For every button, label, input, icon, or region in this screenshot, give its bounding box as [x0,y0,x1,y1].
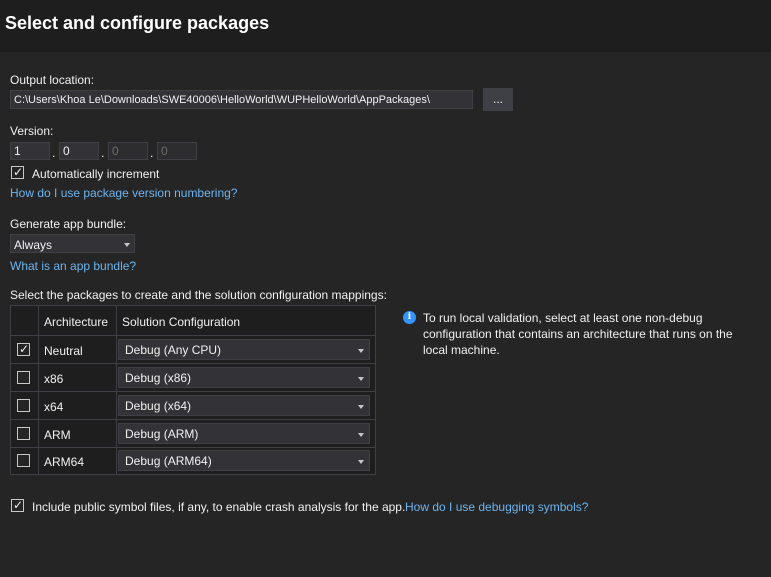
table-cell: Debug (x86) [117,364,375,392]
configuration-value: Debug (ARM) [125,427,199,441]
table-cell: ARM [39,420,117,448]
symbols-help-link[interactable]: How do I use debugging symbols? [405,500,588,514]
browse-button[interactable]: ... [483,88,513,111]
chevron-down-icon [358,433,364,437]
include-symbols-checkbox[interactable]: ✓ [11,498,24,512]
table-cell: Neutral [39,336,117,364]
configuration-dropdown-neutral[interactable]: Debug (Any CPU) [118,339,370,360]
include-symbols-label: Include public symbol files, if any, to … [32,500,406,514]
configuration-dropdown-arm64[interactable]: Debug (ARM64) [118,450,370,471]
version-major-input[interactable] [10,142,50,160]
grid-header-cell: Solution Configuration [117,306,375,336]
chevron-down-icon [124,243,130,247]
app-bundle-help-link[interactable]: What is an app bundle? [10,259,136,273]
table-cell: Debug (x64) [117,392,375,420]
table-row [11,392,39,420]
architecture-value: x64 [44,400,64,414]
table-row [11,364,39,392]
packages-label: Select the packages to create and the so… [10,288,387,302]
configuration-value: Debug (x64) [125,399,192,413]
configuration-value: Debug (x86) [125,371,192,385]
packages-grid: Architecture Solution Configuration ✓ Ne… [10,305,376,475]
validation-info-text: To run local validation, select at least… [423,311,733,357]
table-row: ✓ [11,336,39,364]
architecture-value: Neutral [44,344,83,358]
table-cell: Debug (Any CPU) [117,336,375,364]
grid-header-cell [11,306,39,336]
version-separator: . [150,146,154,160]
configuration-value: Debug (ARM64) [125,454,212,468]
version-help-link[interactable]: How do I use package version numbering? [10,186,237,200]
architecture-value: x86 [44,372,64,386]
chevron-down-icon [358,405,364,409]
configuration-dropdown-arm[interactable]: Debug (ARM) [118,423,370,444]
auto-increment-label: Automatically increment [32,167,160,181]
configuration-column-header: Solution Configuration [122,315,241,329]
grid-header-cell: Architecture [39,306,117,336]
version-build-input [108,142,148,160]
package-checkbox-neutral[interactable]: ✓ [17,342,30,356]
page-title: Select and configure packages [5,13,270,33]
package-checkbox-arm64[interactable] [17,454,30,467]
architecture-value: ARM [44,428,71,442]
checkmark-icon: ✓ [13,165,24,179]
info-icon: i [403,311,416,324]
table-row [11,420,39,448]
dialog-header: Select and configure packages [0,0,771,52]
version-label: Version: [10,124,54,138]
output-location-input[interactable] [10,90,473,109]
table-cell: x86 [39,364,117,392]
chevron-down-icon [358,349,364,353]
configuration-value: Debug (Any CPU) [125,343,222,357]
configuration-dropdown-x86[interactable]: Debug (x86) [118,367,370,388]
architecture-column-header: Architecture [44,315,109,329]
app-bundle-dropdown[interactable]: Always [10,234,135,253]
table-cell: x64 [39,392,117,420]
package-checkbox-arm[interactable] [17,427,30,440]
app-bundle-value: Always [14,238,53,252]
configuration-dropdown-x64[interactable]: Debug (x64) [118,395,370,416]
package-checkbox-x64[interactable] [17,399,30,412]
table-cell: ARM64 [39,448,117,474]
version-minor-input[interactable] [59,142,99,160]
chevron-down-icon [358,460,364,464]
architecture-value: ARM64 [44,455,85,469]
table-cell: Debug (ARM) [117,420,375,448]
package-checkbox-x86[interactable] [17,371,30,384]
checkmark-icon: ✓ [13,498,24,512]
version-separator: . [101,146,105,160]
version-separator: . [52,146,56,160]
version-revision-input [157,142,197,160]
output-location-label: Output location: [10,73,95,87]
table-cell: Debug (ARM64) [117,448,375,474]
chevron-down-icon [358,377,364,381]
checkmark-icon: ✓ [19,342,30,356]
app-bundle-label: Generate app bundle: [10,217,127,231]
auto-increment-checkbox[interactable]: ✓ [11,165,24,179]
table-row [11,448,39,474]
